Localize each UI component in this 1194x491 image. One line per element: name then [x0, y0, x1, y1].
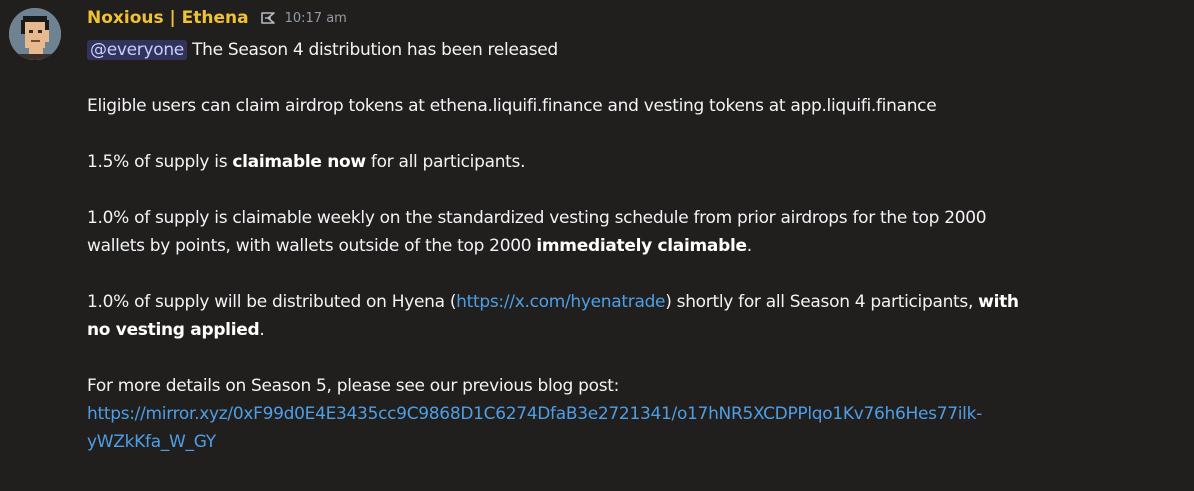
message-line-6: For more details on Season 5, please see… — [87, 376, 620, 396]
blog-post-link-continued[interactable]: yWZkKfa_W_GY — [87, 432, 216, 452]
user-avatar[interactable] — [9, 8, 61, 60]
message-line-1: @everyone The Season 4 distribution has … — [87, 36, 1177, 64]
message-content: @everyone The Season 4 distribution has … — [87, 36, 1177, 456]
author-name[interactable]: Noxious | Ethena — [87, 8, 249, 28]
text-segment: 1.0% of supply will be distributed on Hy… — [87, 292, 457, 312]
text-segment: for all participants. — [365, 152, 526, 172]
bold-text: immediately claimable — [536, 236, 747, 256]
text-segment: ) shortly for all Season 4 participants, — [665, 292, 979, 312]
pixel-punk-avatar-icon — [9, 8, 61, 60]
blog-link-line-2: yWZkKfa_W_GY — [87, 428, 1177, 456]
bold-text: claimable now — [232, 152, 366, 172]
blog-link-line-1: https://mirror.xyz/0xF99d0E4E3435cc9C986… — [87, 400, 1177, 428]
bold-text: with — [978, 292, 1019, 312]
ethena-role-icon — [259, 9, 277, 27]
message-line-4a: 1.0% of supply is claimable weekly on th… — [87, 208, 987, 228]
message-line-5a: 1.0% of supply will be distributed on Hy… — [87, 288, 1177, 316]
text-segment: . — [259, 320, 265, 340]
bold-text: no vesting applied — [87, 320, 260, 340]
chat-message: Noxious | Ethena 10:17 am @everyone The … — [0, 0, 1194, 491]
message-line-2: Eligible users can claim airdrop tokens … — [87, 96, 937, 116]
blog-post-link[interactable]: https://mirror.xyz/0xF99d0E4E3435cc9C986… — [87, 404, 982, 424]
announcement-text: The Season 4 distribution has been relea… — [192, 40, 558, 60]
everyone-mention[interactable]: @everyone — [87, 40, 187, 60]
text-segment: . — [746, 236, 752, 256]
text-segment: wallets by points, with wallets outside … — [87, 236, 537, 256]
message-line-4b: wallets by points, with wallets outside … — [87, 232, 1177, 260]
message-header: Noxious | Ethena 10:17 am — [87, 5, 347, 31]
message-line-3: 1.5% of supply is claimable now for all … — [87, 148, 1177, 176]
message-timestamp[interactable]: 10:17 am — [285, 11, 347, 26]
text-segment: 1.5% of supply is — [87, 152, 233, 172]
hyena-link[interactable]: https://x.com/hyenatrade — [456, 292, 665, 312]
message-line-5b: no vesting applied. — [87, 316, 1177, 344]
